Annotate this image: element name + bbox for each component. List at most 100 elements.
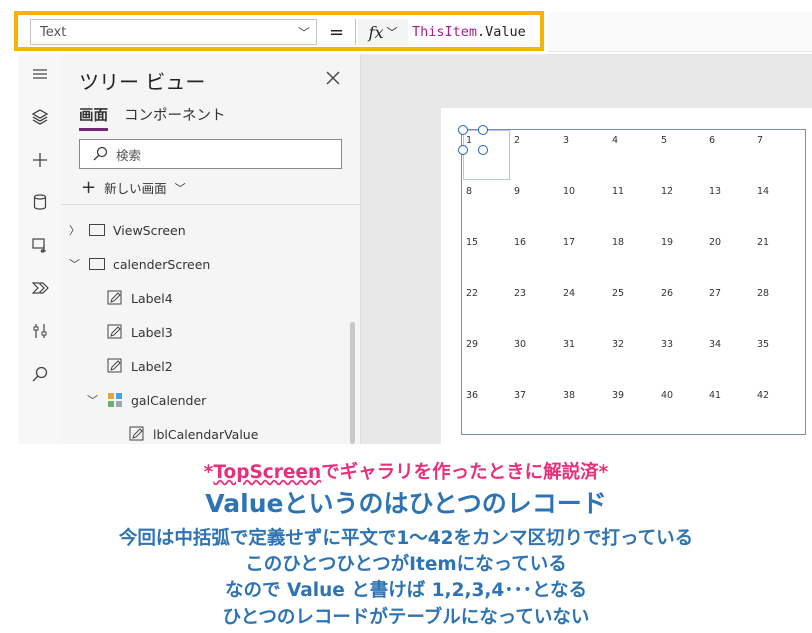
gallery-cell[interactable]: 13 <box>709 186 721 197</box>
gallery-cell[interactable]: 27 <box>709 288 721 299</box>
equals-sign: = <box>318 19 356 45</box>
gallery-calendar[interactable] <box>461 129 806 435</box>
tree-item-label3[interactable]: Label3 <box>107 322 173 342</box>
gallery-cell[interactable]: 35 <box>757 339 769 350</box>
gallery-cell[interactable]: 12 <box>661 186 673 197</box>
gallery-cell[interactable]: 41 <box>709 390 721 401</box>
resize-handle[interactable] <box>458 125 468 135</box>
tree-item-label2[interactable]: Label2 <box>107 356 173 376</box>
screen-icon <box>89 224 105 236</box>
divider <box>61 204 360 205</box>
power-automate-icon[interactable] <box>19 272 61 304</box>
tab-screens[interactable]: 画面 <box>79 104 108 131</box>
gallery-cell[interactable]: 4 <box>612 135 618 146</box>
gallery-cell[interactable]: 32 <box>612 339 624 350</box>
gallery-cell[interactable]: 22 <box>466 288 478 299</box>
gallery-cell[interactable]: 28 <box>757 288 769 299</box>
gallery-cell[interactable]: 9 <box>514 186 520 197</box>
gallery-cell[interactable]: 15 <box>466 237 478 248</box>
search-input[interactable]: 検索 <box>79 139 342 169</box>
gallery-cell[interactable]: 23 <box>514 288 526 299</box>
label-edit-icon <box>129 426 144 441</box>
gallery-cell[interactable]: 42 <box>757 390 769 401</box>
annotation-line: 今回は中括弧で定義せずに平文で1～42をカンマ区切りで打っている <box>118 528 694 549</box>
new-screen-label: 新しい画面 <box>104 181 167 196</box>
tree-item-calenderscreen[interactable]: ﹀ calenderScreen <box>69 254 210 274</box>
label-edit-icon <box>107 358 122 373</box>
gallery-cell[interactable]: 37 <box>514 390 526 401</box>
screen-icon <box>89 258 105 270</box>
label-edit-icon <box>107 324 122 339</box>
annotation-line: ひとつのレコードがテーブルになっていない <box>222 607 590 628</box>
annotation-note-text: でギャラリを作ったときに解説済* <box>321 462 609 483</box>
search-icon[interactable] <box>19 358 61 390</box>
formula-input[interactable]: ThisItem. Value <box>412 19 526 45</box>
plus-icon[interactable] <box>19 144 61 176</box>
gallery-cell[interactable]: 25 <box>612 288 624 299</box>
tree-item-label: Label2 <box>131 358 173 374</box>
gallery-cell[interactable]: 14 <box>757 186 769 197</box>
panel-title: ツリー ビュー <box>79 70 206 94</box>
gallery-cell[interactable]: 3 <box>563 135 569 146</box>
resize-handle[interactable] <box>478 125 488 135</box>
formula-bar-extension <box>548 11 812 52</box>
tree-item-label4[interactable]: Label4 <box>107 288 173 308</box>
gallery-cell[interactable]: 33 <box>661 339 673 350</box>
annotation-note: *TopScreenでギャラリを作ったときに解説済* <box>0 458 812 484</box>
annotation-line: このひとつひとつがItemになっている <box>245 554 567 575</box>
fx-button[interactable]: fx ﹀ <box>358 19 408 45</box>
gallery-cell[interactable]: 19 <box>661 237 673 248</box>
hamburger-icon[interactable] <box>19 58 61 90</box>
tree-item-galcalender[interactable]: ﹀ galCalender <box>87 390 206 410</box>
gallery-cell[interactable]: 18 <box>612 237 624 248</box>
search-icon <box>93 146 108 161</box>
gallery-cell[interactable]: 6 <box>709 135 715 146</box>
gallery-cell[interactable]: 29 <box>466 339 478 350</box>
tree-tabs: 画面 コンポーネント <box>79 104 226 131</box>
tree-view-panel: ツリー ビュー 画面 コンポーネント 検索 + 新しい画面 ﹀ 〉 ViewSc… <box>61 54 361 444</box>
gallery-cell[interactable]: 16 <box>514 237 526 248</box>
database-icon[interactable] <box>19 186 61 218</box>
gallery-cell[interactable]: 26 <box>661 288 673 299</box>
chevron-down-icon: ﹀ <box>69 258 80 271</box>
gallery-cell[interactable]: 39 <box>612 390 624 401</box>
gallery-cell[interactable]: 5 <box>661 135 667 146</box>
gallery-cell[interactable]: 2 <box>514 135 520 146</box>
tree-item-label: calenderScreen <box>113 256 211 272</box>
gallery-cell[interactable]: 40 <box>661 390 673 401</box>
gallery-cell[interactable]: 21 <box>757 237 769 248</box>
gallery-cell[interactable]: 38 <box>563 390 575 401</box>
formula-bar: Text ﹀ = fx ﹀ ThisItem. Value <box>14 11 544 51</box>
gallery-cell[interactable]: 36 <box>466 390 478 401</box>
gallery-cell[interactable]: 17 <box>563 237 575 248</box>
gallery-cell[interactable]: 30 <box>514 339 526 350</box>
tab-components[interactable]: コンポーネント <box>124 104 226 125</box>
media-icon[interactable] <box>19 229 61 261</box>
label-edit-icon <box>107 290 122 305</box>
resize-handle[interactable] <box>478 145 488 155</box>
gallery-cell[interactable]: 24 <box>563 288 575 299</box>
gallery-cell[interactable]: 10 <box>563 186 575 197</box>
gallery-cell[interactable]: 34 <box>709 339 721 350</box>
tree-item-label: Label3 <box>131 324 173 340</box>
formula-keyword: ThisItem <box>412 24 478 40</box>
advanced-tools-icon[interactable] <box>19 315 61 347</box>
chevron-down-icon: ﹀ <box>87 394 98 407</box>
layers-icon[interactable] <box>19 101 61 133</box>
gallery-icon <box>108 393 122 407</box>
gallery-cell[interactable]: 7 <box>757 135 763 146</box>
new-screen-button[interactable]: + 新しい画面 ﹀ <box>81 178 186 197</box>
gallery-cell[interactable]: 31 <box>563 339 575 350</box>
property-dropdown[interactable]: Text ﹀ <box>30 19 317 45</box>
resize-handle[interactable] <box>458 145 468 155</box>
property-value: Text <box>40 24 67 40</box>
chevron-right-icon: 〉 <box>69 224 80 237</box>
tree-item-label: galCalender <box>131 392 207 408</box>
gallery-cell[interactable]: 8 <box>466 186 472 197</box>
scrollbar[interactable] <box>350 322 355 444</box>
tree-item-lblcalendarvalue[interactable]: lblCalendarValue <box>129 424 258 444</box>
gallery-cell[interactable]: 11 <box>612 186 624 197</box>
gallery-cell[interactable]: 20 <box>709 237 721 248</box>
tree-item-viewscreen[interactable]: 〉 ViewScreen <box>69 220 186 240</box>
close-icon[interactable] <box>324 69 342 87</box>
